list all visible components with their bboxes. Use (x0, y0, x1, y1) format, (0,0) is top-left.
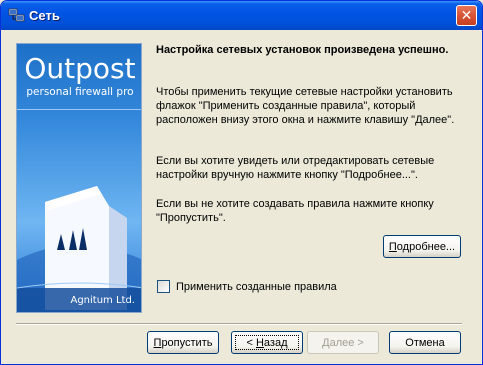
cancel-button[interactable]: Отмена (389, 331, 461, 354)
banner-brand: Outpost (24, 52, 136, 85)
close-icon: ✕ (460, 7, 473, 24)
details-label: одробнее... (396, 240, 456, 253)
dialog-window: Сеть ✕ Outpost personal firewall pro Agn… (0, 0, 483, 365)
fortress-tower-illustration (17, 110, 141, 312)
apply-rules-option[interactable]: Применить созданные правила (157, 280, 337, 293)
instruction-skip: Если вы не хотите создавать правила нажм… (156, 198, 434, 224)
network-settings-icon (8, 8, 25, 22)
details-button[interactable]: Подробнее... (383, 235, 461, 258)
instruction-apply: Чтобы применить текущие сетевые настройк… (156, 86, 455, 126)
skip-mnemonic: П (153, 336, 162, 349)
button-separator (16, 323, 462, 325)
back-mnemonic: Н (255, 336, 264, 349)
company-name: Agnitum Ltd. (70, 295, 135, 306)
next-button[interactable]: Далее > (307, 331, 379, 354)
skip-label: ропустить (161, 336, 213, 349)
back-prefix: < (246, 336, 256, 349)
back-label: азад (263, 336, 288, 349)
skip-button[interactable]: Пропустить (147, 331, 219, 354)
back-button[interactable]: < Назад (231, 331, 303, 354)
banner-subtitle: personal firewall pro (26, 86, 134, 98)
close-button[interactable]: ✕ (456, 5, 477, 26)
next-label: алее > (329, 336, 364, 349)
apply-rules-label: Применить созданные правила (176, 280, 337, 293)
product-banner: Outpost personal firewall pro Agnitum Lt… (16, 43, 142, 313)
title-bar[interactable]: Сеть ✕ (1, 1, 482, 30)
dialog-heading: Настройка сетевых установок произведена … (156, 44, 449, 56)
next-mnemonic: Д (322, 336, 330, 349)
instruction-details: Если вы хотите увидеть или отредактирова… (156, 155, 435, 181)
details-mnemonic: П (388, 240, 397, 253)
window-title: Сеть (29, 8, 60, 23)
apply-rules-checkbox[interactable] (157, 280, 170, 293)
